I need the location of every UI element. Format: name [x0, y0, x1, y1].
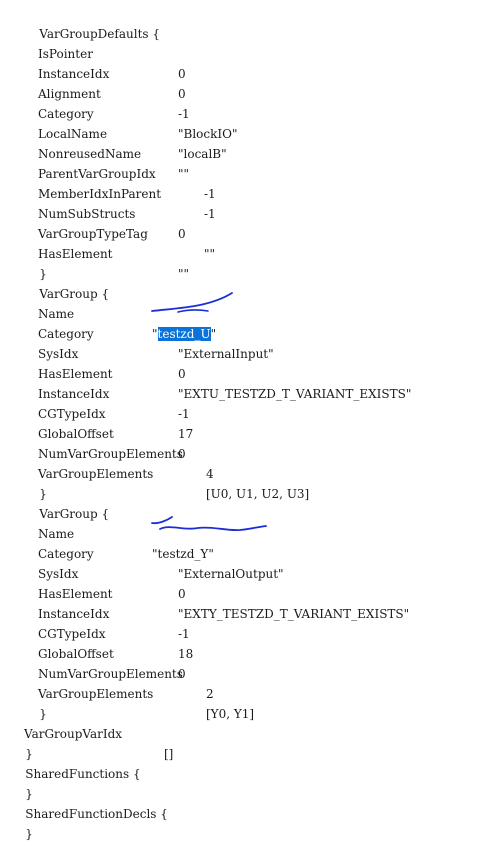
code-line: SysIdx 0: [38, 544, 186, 601]
code-line: LocalName "localB": [38, 104, 227, 161]
code-line: GlobalOffset 0: [38, 624, 186, 681]
code-line: GlobalOffset 0: [38, 404, 186, 461]
property-key: NonreusedName: [38, 147, 142, 161]
property-value: "EXTU_TESTZD_T_VARIANT_EXISTS": [178, 387, 412, 401]
code-line: }: [24, 464, 47, 501]
code-line: Name "testzd_Y": [38, 504, 214, 561]
code-line: InstanceIdx -1: [38, 584, 190, 641]
property-value: 0: [178, 227, 186, 241]
property-value: "ExternalOutput": [178, 567, 284, 581]
property-value: "testzd_Y": [152, 547, 214, 561]
code-line: VarGroupTypeTag "": [38, 204, 215, 261]
code-line: }: [24, 244, 47, 281]
property-value: "localB": [178, 147, 227, 161]
code-line: InstanceIdx 0: [38, 44, 186, 101]
code-line: Category "ExternalInput": [38, 304, 274, 361]
property-key: VarGroupVarIdx: [24, 727, 123, 741]
code-line: Category "BlockIO": [38, 84, 238, 141]
code-line: VarGroupElements [Y0, Y1]: [38, 664, 254, 721]
block-header: VarGroupDefaults {: [39, 27, 160, 41]
code-line: InstanceIdx -1: [38, 364, 190, 421]
code-line: }: [10, 764, 33, 801]
property-key: NumVarGroupElements: [38, 447, 183, 461]
code-line: VarGroupVarIdx []: [24, 704, 173, 761]
code-listing: VarGroupDefaults { IsPointer 0 InstanceI…: [0, 0, 490, 843]
code-line: HasElement "EXTU_TESTZD_T_VARIANT_EXISTS…: [38, 344, 411, 401]
property-value: -1: [178, 627, 190, 641]
code-line: }: [10, 724, 33, 761]
property-value: -1: [204, 187, 216, 201]
code-line: VarGroupElements [U0, U1, U2, U3]: [38, 444, 309, 501]
property-value: "ExternalInput": [178, 347, 274, 361]
code-line: VarGroup {: [24, 264, 109, 301]
property-key: MemberIdxInParent: [38, 187, 162, 201]
property-key: VarGroupElements: [38, 467, 154, 481]
code-line: NumVarGroupElements 4: [38, 424, 214, 481]
property-value: 4: [206, 467, 214, 481]
property-value: 17: [178, 427, 194, 441]
code-line: NumSubStructs 0: [38, 184, 186, 241]
block-header: SharedFunctionDecls {: [25, 807, 168, 821]
property-key: HasElement: [38, 247, 113, 261]
code-line: SharedFunctionDecls {: [10, 784, 168, 821]
property-value: "": [178, 267, 190, 281]
code-line: Name "testzd_U": [38, 284, 216, 341]
property-value: -1: [178, 407, 190, 421]
code-line: CGTypeIdx 18: [38, 604, 193, 661]
property-value: 0: [178, 587, 186, 601]
property-value: 2: [206, 687, 214, 701]
code-line: SysIdx 0: [38, 324, 186, 381]
closing-brace: }: [25, 827, 33, 841]
code-line: Alignment -1: [38, 64, 190, 121]
property-value: -1: [204, 207, 216, 221]
property-value: -1: [178, 107, 190, 121]
code-line: NonreusedName "": [38, 124, 189, 181]
code-line: ParentVarGroupIdx -1: [38, 144, 216, 201]
property-key: NumVarGroupElements: [38, 667, 183, 681]
code-line: CGTypeIdx 17: [38, 384, 193, 441]
code-line: VarGroup {: [24, 484, 109, 521]
code-line: }: [10, 804, 33, 841]
property-value: "": [204, 247, 216, 261]
code-line: NumVarGroupElements 2: [38, 644, 214, 701]
property-value: 0: [178, 367, 186, 381]
property-value: "": [178, 167, 190, 181]
property-key: ParentVarGroupIdx: [38, 167, 156, 181]
property-value: "testzd_U": [152, 327, 217, 341]
code-line: HasElement "EXTY_TESTZD_T_VARIANT_EXISTS…: [38, 564, 409, 621]
property-value: "BlockIO": [178, 127, 238, 141]
property-value: 18: [178, 647, 194, 661]
property-value: "EXTY_TESTZD_T_VARIANT_EXISTS": [178, 607, 410, 621]
code-line: SharedFunctions {: [10, 744, 140, 781]
property-value: [U0, U1, U2, U3]: [206, 487, 310, 501]
code-line: Category "ExternalOutput": [38, 524, 284, 581]
property-value: []: [164, 747, 174, 761]
property-value: [Y0, Y1]: [206, 707, 255, 721]
block-header: SharedFunctions {: [25, 767, 141, 781]
code-line: HasElement "": [38, 224, 189, 281]
property-key: VarGroupElements: [38, 687, 154, 701]
code-line: }: [24, 684, 47, 721]
selected-text[interactable]: testzd_U: [157, 327, 211, 341]
code-line: MemberIdxInParent -1: [38, 164, 216, 221]
code-line: VarGroupDefaults {: [24, 4, 160, 41]
closing-brace: }: [39, 707, 47, 721]
property-value: 0: [178, 87, 186, 101]
code-line: IsPointer 0: [38, 24, 186, 81]
property-value: 0: [178, 67, 186, 81]
property-key: VarGroupTypeTag: [38, 227, 148, 241]
